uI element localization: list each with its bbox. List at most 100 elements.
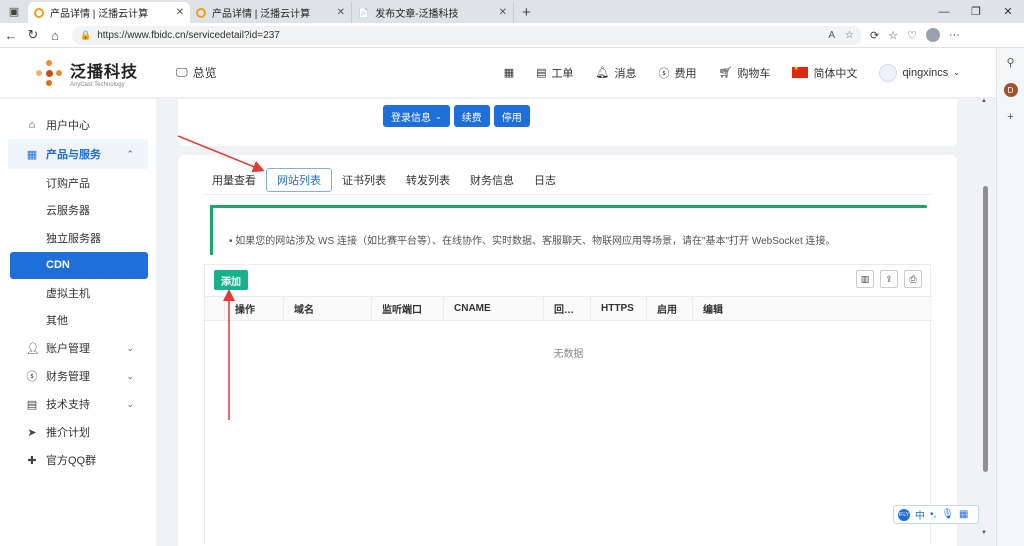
minimize-icon[interactable]: — (928, 6, 960, 18)
microphone-icon[interactable]: 🎙︎ (941, 509, 954, 520)
column-header: 编辑 (703, 305, 723, 316)
home-icon[interactable]: ⌂ (44, 28, 66, 43)
sidebar-item-label: 推介计划 (46, 427, 90, 439)
language-label: 简体中文 (813, 67, 858, 80)
browser-tab-1[interactable]: 产品详情 | 泛播云计算 ✕ (28, 2, 190, 23)
restore-icon[interactable]: ❐ (960, 5, 992, 18)
bell-icon: 🔔︎ (595, 67, 610, 79)
add-site-button[interactable]: 添加 (214, 270, 248, 290)
apps-grid-icon[interactable]: ▦ (504, 66, 514, 79)
extensions-icon[interactable]: ⟳ (870, 29, 879, 42)
fee-link[interactable]: ⓢ 费用 (658, 65, 696, 81)
detail-tabs: 用量查看 网站列表 证书列表 转发列表 财务信息 日志 (202, 168, 566, 192)
sidebar-item-referral[interactable]: ➤ 推介计划 (0, 418, 156, 446)
sidebar-item-user-center[interactable]: ⌂ 用户中心 (0, 111, 156, 139)
logo-subtitle: AnyCast Technology (70, 81, 125, 88)
sidebar-sub-order[interactable]: 订购产品 (0, 169, 156, 197)
sidebar-item-qq-group[interactable]: ✚ 官方QQ群 (0, 446, 156, 474)
tab-cert-list[interactable]: 证书列表 (332, 168, 396, 192)
login-info-button[interactable]: 登录信息 ⌄ (383, 105, 450, 127)
scroll-down-icon[interactable]: ▼ (981, 530, 987, 536)
logo-name: 泛播科技 (70, 63, 139, 81)
ime-logo-icon[interactable]: IFLY (898, 508, 910, 521)
sidebar-sub-other[interactable]: 其他 (0, 307, 156, 335)
sidebar-item-products[interactable]: ▦ 产品与服务 ⌃ (8, 139, 148, 169)
favorite-star-icon[interactable]: ☆ (845, 30, 854, 41)
close-tab-icon[interactable]: ✕ (176, 7, 184, 18)
sidebar-sub-cloud-server[interactable]: 云服务器 (0, 197, 156, 225)
search-icon[interactable]: ⚲ (1006, 56, 1014, 69)
back-icon[interactable]: ← (0, 28, 22, 43)
sidebar-item-finance[interactable]: ⓢ 财务管理 ⌄ (0, 362, 156, 390)
column-header: HTTPS (591, 297, 647, 320)
profile-d-icon[interactable]: D (1003, 83, 1018, 97)
tab-site-list[interactable]: 网站列表 (266, 168, 332, 192)
dollar-icon: ⓢ (658, 67, 670, 80)
column-header: 启用 (647, 297, 693, 320)
chevron-down-icon: ⌄ (126, 398, 134, 409)
new-tab-button[interactable]: + (514, 2, 539, 23)
scrollbar-thumb[interactable] (983, 186, 988, 472)
browser-tab-title: 发布文章-泛播科技 (375, 9, 459, 20)
china-flag-icon (792, 65, 809, 78)
disable-button[interactable]: 停用 (493, 105, 530, 127)
sidebar-item-label: 官方QQ群 (46, 455, 97, 467)
tab-finance-info[interactable]: 财务信息 (460, 168, 524, 192)
site-favicon-icon (196, 7, 206, 18)
browser-tab-3[interactable]: 📄 发布文章-泛播科技 ✕ (352, 2, 514, 23)
message-link[interactable]: 🔔︎ 消息 (596, 65, 637, 81)
column-header: 域名 (284, 297, 372, 320)
browser-tab-2[interactable]: 产品详情 | 泛播云计算 ✕ (190, 2, 352, 23)
cart-icon: 🛒︎ (718, 67, 733, 79)
scroll-up-icon[interactable]: ▲ (981, 98, 987, 104)
ticket-link[interactable]: ▤ 工单 (536, 65, 573, 81)
notice-accent-bar (210, 205, 927, 208)
plus-icon: ✚ (27, 454, 37, 467)
sidebar-sub-dedicated-server[interactable]: 独立服务器 (0, 224, 156, 252)
site-favicon-icon (34, 7, 44, 18)
read-aloud-icon[interactable]: A (828, 30, 835, 41)
ime-language[interactable]: 中 (915, 507, 925, 522)
page-scrollbar[interactable]: ▲ ▼ (981, 98, 990, 536)
renew-button[interactable]: 续费 (453, 105, 490, 127)
sidebar-item-support[interactable]: ▤ 技术支持 ⌄ (0, 390, 156, 418)
tab-log[interactable]: 日志 (524, 168, 566, 192)
reload-icon[interactable]: ↻ (22, 27, 44, 43)
left-sidebar: ⌂ 用户中心 ▦ 产品与服务 ⌃ 订购产品 云服务器 独立服务器 CDN 虚拟主机 其… (0, 99, 156, 546)
cdn-detail-card: 用量查看 网站列表 证书列表 转发列表 财务信息 日志 如果您的网站涉及 WS … (178, 155, 957, 546)
print-icon[interactable]: ⎙ (904, 270, 922, 288)
language-switch[interactable]: 简体中文 (792, 65, 857, 81)
close-tab-icon[interactable]: ✕ (499, 7, 507, 18)
user-menu[interactable]: qingxincs ⌄ (879, 63, 960, 82)
window-controls: — ❐ ✕ (928, 0, 1024, 23)
columns-icon[interactable]: ▥ (856, 270, 874, 288)
sidebar-item-label: 用户中心 (46, 120, 90, 132)
cart-link[interactable]: 🛒︎ 购物车 (718, 65, 770, 81)
sidebar-item-account[interactable]: 👤︎ 账户管理 ⌄ (0, 334, 156, 362)
tab-forward-list[interactable]: 转发列表 (396, 168, 460, 192)
lock-icon: 🔒 (80, 29, 92, 40)
tab-usage[interactable]: 用量查看 (202, 168, 266, 192)
profile-avatar[interactable] (925, 28, 940, 42)
more-icon[interactable]: ··· (949, 29, 960, 41)
empty-state: 无数据 (553, 349, 584, 360)
keyboard-icon[interactable]: ▦ (959, 509, 968, 520)
close-tab-icon[interactable]: ✕ (337, 7, 345, 18)
close-window-icon[interactable]: ✕ (992, 5, 1024, 18)
overview-link[interactable]: 🖵 总览 (176, 64, 217, 81)
sidebar-sub-cdn[interactable]: CDN (10, 251, 148, 279)
browser-tab-title: 产品详情 | 泛播云计算 (212, 9, 311, 20)
url-text: https://www.fbidc.cn/servicedetail?id=23… (97, 29, 280, 41)
url-field[interactable]: 🔒 https://www.fbidc.cn/servicedetail?id=… (72, 25, 862, 45)
browser-tab-title: 产品详情 | 泛播云计算 (50, 9, 149, 20)
notice-text: 如果您的网站涉及 WS 连接（如比赛平台等）、在线协作、实时数据、客服聊天、物联… (229, 232, 835, 247)
favorites-icon[interactable]: ☆ (888, 29, 898, 42)
logo[interactable]: 泛播科技 AnyCast Technology (0, 58, 160, 88)
punctuation-icon[interactable]: •, (930, 509, 936, 520)
export-icon[interactable]: ⇪ (880, 270, 898, 288)
window-menu-icon[interactable]: ▣ (0, 0, 28, 23)
sidebar-sub-virtual-host[interactable]: 虚拟主机 (0, 279, 156, 307)
add-icon[interactable]: + (1007, 111, 1013, 123)
heart-icon[interactable]: ♡ (907, 29, 917, 42)
home-icon: ⌂ (28, 119, 36, 131)
